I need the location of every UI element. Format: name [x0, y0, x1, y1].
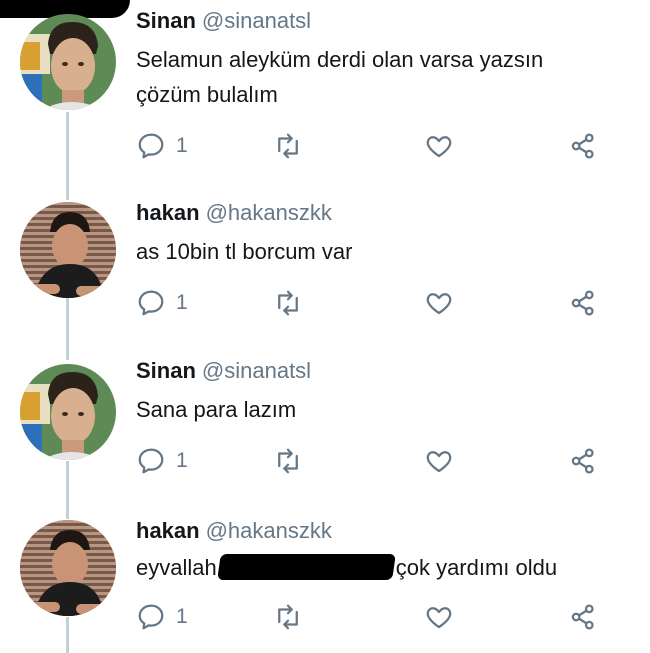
reply-count: 1	[176, 134, 188, 157]
share-icon	[571, 133, 594, 159]
reply-count: 1	[176, 449, 188, 472]
retweet-icon	[278, 133, 298, 159]
username[interactable]: @hakanszkk	[206, 518, 332, 543]
tweet-text-segment: eyvallah	[136, 555, 217, 580]
like-button[interactable]	[424, 602, 454, 632]
display-name[interactable]: Sinan	[136, 358, 196, 383]
tweet-text-line: as 10bin tl borcum var	[136, 239, 353, 264]
reply-button[interactable]: 1	[136, 602, 188, 632]
share-icon	[571, 448, 594, 474]
avatar[interactable]	[20, 14, 116, 110]
reply-button[interactable]: 1	[136, 446, 188, 476]
reply-count: 1	[176, 605, 188, 628]
retweet-button[interactable]	[273, 446, 303, 476]
tweet-text: Sana para lazım	[136, 392, 296, 427]
reply-icon	[138, 290, 164, 316]
reply-icon	[138, 448, 164, 474]
avatar[interactable]	[20, 520, 116, 616]
tweet[interactable]: Sinan @sinanatsl Sana para lazım 1	[0, 352, 650, 502]
tweet-actions: 1	[136, 602, 616, 632]
share-button[interactable]	[568, 446, 598, 476]
username[interactable]: @sinanatsl	[202, 8, 311, 33]
tweet-text-line: Sana para lazım	[136, 397, 297, 422]
reply-icon	[138, 604, 164, 630]
heart-icon	[426, 136, 452, 158]
tweet-actions: 1	[136, 131, 616, 161]
avatar[interactable]	[20, 364, 116, 460]
retweet-icon	[278, 604, 298, 630]
retweet-button[interactable]	[273, 288, 303, 318]
reply-count: 1	[176, 291, 188, 314]
display-name[interactable]: Sinan	[136, 8, 196, 33]
reply-icon	[138, 133, 164, 159]
heart-icon	[426, 607, 452, 629]
heart-icon	[426, 451, 452, 473]
tweet-actions: 1	[136, 446, 616, 476]
avatar[interactable]	[20, 202, 116, 298]
username[interactable]: @hakanszkk	[206, 200, 332, 225]
tweet-text: as 10bin tl borcum var	[136, 234, 352, 269]
like-button[interactable]	[424, 446, 454, 476]
reply-button[interactable]: 1	[136, 288, 188, 318]
tweet-text-segment: çok yardımı oldu	[395, 555, 558, 580]
retweet-button[interactable]	[273, 131, 303, 161]
tweet[interactable]: Sinan @sinanatsl Selamun aleyküm derdi ol…	[0, 0, 650, 180]
heart-icon	[426, 293, 452, 315]
like-button[interactable]	[424, 131, 454, 161]
share-button[interactable]	[568, 602, 598, 632]
tweet-text: Selamun aleyküm derdi olan varsa yazsın …	[136, 42, 543, 112]
display-name[interactable]: hakan	[136, 200, 200, 225]
tweet[interactable]: hakan @hakanszkk as 10bin tl borcum var 1	[0, 190, 650, 350]
tweet-text-line: Selamun aleyküm derdi olan varsa yazsın	[136, 47, 544, 72]
tweet-actions: 1	[136, 288, 616, 318]
tweet-text: eyvallah çok yardımı oldu	[136, 550, 557, 585]
share-icon	[571, 604, 594, 630]
share-button[interactable]	[568, 288, 598, 318]
redaction-mark	[216, 554, 396, 580]
display-name[interactable]: hakan	[136, 518, 200, 543]
share-button[interactable]	[568, 131, 598, 161]
retweet-icon	[278, 448, 298, 474]
retweet-icon	[278, 290, 298, 316]
tweet[interactable]: hakan @hakanszkk eyvallah çok yardımı oldu…	[0, 512, 650, 653]
share-icon	[571, 290, 594, 316]
reply-button[interactable]: 1	[136, 131, 188, 161]
username[interactable]: @sinanatsl	[202, 358, 311, 383]
retweet-button[interactable]	[273, 602, 303, 632]
tweet-text-line: çözüm bulalım	[136, 82, 278, 107]
like-button[interactable]	[424, 288, 454, 318]
